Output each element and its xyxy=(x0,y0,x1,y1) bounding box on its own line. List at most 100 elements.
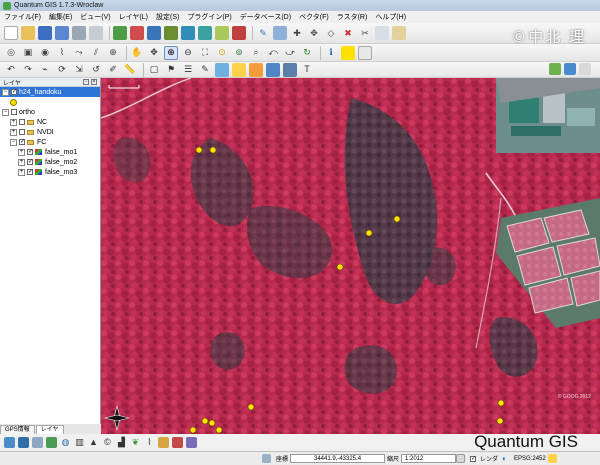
layer-fc[interactable]: − ✓ FC xyxy=(0,137,100,147)
attribute-table-icon[interactable] xyxy=(266,62,280,77)
zoom-full-icon[interactable]: ⛶ xyxy=(198,46,212,60)
coordinate-display[interactable]: 34441.9,-43325.4 xyxy=(290,454,386,463)
zoom-in-icon[interactable]: ⊕ xyxy=(164,45,178,60)
zoom-last-icon[interactable]: ⤺ xyxy=(266,46,280,60)
open-project-icon[interactable] xyxy=(21,26,35,40)
stop-render-icon[interactable] xyxy=(456,454,466,463)
menu-plugins[interactable]: プラグイン(P) xyxy=(187,12,231,22)
interpolation-icon[interactable] xyxy=(46,437,57,448)
layer-visibility-checkbox[interactable] xyxy=(19,129,25,135)
scale-input[interactable]: 1:2012 xyxy=(401,454,457,463)
field-calculator-icon[interactable] xyxy=(283,62,297,77)
layer-visibility-checkbox[interactable]: ✓ xyxy=(27,149,33,155)
layer-false-mo1[interactable]: + ✓ false_mo1 xyxy=(0,147,100,157)
expand-icon[interactable]: + xyxy=(18,168,25,176)
layer-visibility-checkbox[interactable]: ✓ xyxy=(27,169,33,175)
simplify-icon[interactable]: ⌁ xyxy=(38,63,52,77)
leaf-icon[interactable]: ❦ xyxy=(130,437,141,448)
pan-to-selection-icon[interactable]: ✥ xyxy=(147,46,161,60)
layer-visibility-checkbox[interactable] xyxy=(19,119,25,125)
pan-icon[interactable]: ✋ xyxy=(130,46,144,60)
add-vector-icon[interactable] xyxy=(113,26,127,40)
collapse-icon[interactable]: − xyxy=(2,108,9,116)
new-bookmark-icon[interactable]: ⚑ xyxy=(164,63,178,77)
undo-icon[interactable]: ↶ xyxy=(4,63,18,77)
zoom-to-selection-icon[interactable]: ⊙ xyxy=(215,46,229,60)
new-shapefile-icon[interactable] xyxy=(215,26,229,40)
refresh-icon[interactable]: ↻ xyxy=(300,46,314,60)
add-postgis-icon[interactable] xyxy=(147,26,161,40)
layer-nc[interactable]: + NC xyxy=(0,117,100,127)
identify-icon[interactable]: ℹ xyxy=(324,46,338,60)
projection-icon[interactable]: ◐ xyxy=(500,454,509,463)
paste-features-icon[interactable] xyxy=(392,26,406,40)
menu-edit[interactable]: 編集(E) xyxy=(49,12,72,22)
road-graph-icon[interactable]: ⌇ xyxy=(144,437,155,448)
copyright-label-icon[interactable]: © xyxy=(102,437,113,448)
layer-h24-handoku[interactable]: − ✓ h24_handoku xyxy=(0,87,100,97)
measure-icon[interactable]: 📏 xyxy=(123,63,137,77)
menu-settings[interactable]: 設定(S) xyxy=(156,12,179,22)
offset-curve-icon[interactable]: ⤳ xyxy=(72,46,86,60)
scale-bar-icon[interactable]: ▟ xyxy=(116,437,127,448)
zoom-to-layer-icon[interactable]: ⊚ xyxy=(232,46,246,60)
split-features-icon[interactable]: ⫽ xyxy=(89,46,103,60)
plugin-manager-icon[interactable] xyxy=(549,63,561,75)
copy-features-icon[interactable] xyxy=(375,26,389,40)
zoom-next-icon[interactable]: ⤻ xyxy=(283,46,297,60)
save-edits-icon[interactable] xyxy=(273,26,287,40)
add-wfs-icon[interactable] xyxy=(198,26,212,40)
menu-view[interactable]: ビュー(V) xyxy=(80,12,110,22)
rotate-label-icon[interactable]: ↺ xyxy=(89,63,103,77)
toggle-editing-icon[interactable]: ✎ xyxy=(256,26,270,40)
float-panel-icon[interactable]: ▫ xyxy=(83,79,89,85)
print-composer-icon[interactable] xyxy=(72,26,86,40)
layer-visibility-checkbox[interactable]: ✓ xyxy=(19,139,25,145)
expand-icon[interactable]: + xyxy=(10,128,17,136)
add-ring-icon[interactable]: ◎ xyxy=(4,46,18,60)
save-project-icon[interactable] xyxy=(38,26,52,40)
map-tips-icon[interactable]: ▢ xyxy=(147,63,161,77)
expand-icon[interactable]: + xyxy=(18,158,25,166)
evis-icon[interactable] xyxy=(172,437,183,448)
info-icon[interactable] xyxy=(564,63,576,75)
menu-raster[interactable]: ラスタ(R) xyxy=(337,12,368,22)
spit-icon[interactable] xyxy=(158,437,169,448)
layer-group-ortho[interactable]: − ortho xyxy=(0,107,100,117)
rotate-point-icon[interactable]: ⟳ xyxy=(55,63,69,77)
messages-icon[interactable] xyxy=(547,454,557,463)
deselect-icon[interactable] xyxy=(358,45,372,60)
add-feature-icon[interactable]: ✚ xyxy=(290,26,304,40)
layer-visibility-checkbox[interactable]: ✓ xyxy=(11,89,17,95)
layer-visibility-checkbox[interactable]: ✓ xyxy=(27,159,33,165)
north-arrow-plugin-icon[interactable]: ▲ xyxy=(88,437,99,448)
text-annotation-icon[interactable]: ✎ xyxy=(198,63,212,77)
add-raster-icon[interactable] xyxy=(130,26,144,40)
tab-layers[interactable]: レイヤ xyxy=(35,425,64,434)
layer-false-mo2[interactable]: + ✓ false_mo2 xyxy=(0,157,100,167)
add-part-icon[interactable]: ▣ xyxy=(21,46,35,60)
render-checkbox[interactable]: ✓ xyxy=(470,455,476,462)
remove-layer-icon[interactable] xyxy=(232,26,246,40)
globe-icon[interactable]: ◍ xyxy=(60,437,71,448)
heatmap-icon[interactable]: ▥ xyxy=(74,437,85,448)
oracle-raster-icon[interactable] xyxy=(186,437,197,448)
cut-features-icon[interactable]: ✂ xyxy=(358,26,372,40)
reshape-icon[interactable]: ⌇ xyxy=(55,46,69,60)
move-feature-icon[interactable]: ✥ xyxy=(307,26,321,40)
layer-visibility-checkbox[interactable] xyxy=(11,109,17,115)
merge-features-icon[interactable]: ⊕ xyxy=(106,46,120,60)
collapse-icon[interactable]: − xyxy=(2,88,9,96)
expand-icon[interactable]: + xyxy=(18,148,25,156)
print-icon[interactable] xyxy=(89,26,103,40)
layer-false-mo3[interactable]: + ✓ false_mo3 xyxy=(0,167,100,177)
georeferencer-icon[interactable] xyxy=(4,437,15,448)
zoom-out-icon[interactable]: ⊖ xyxy=(181,46,195,60)
layer-nvdi[interactable]: + NVDI xyxy=(0,127,100,137)
move-label-icon[interactable]: ⇲ xyxy=(72,63,86,77)
map-canvas[interactable]: © GOOG 2012 xyxy=(101,78,600,434)
menu-database[interactable]: データベース(D) xyxy=(240,12,291,22)
show-bookmarks-icon[interactable]: ☰ xyxy=(181,63,195,77)
annotation-icon[interactable]: ✐ xyxy=(106,63,120,77)
menu-layer[interactable]: レイヤ(L) xyxy=(119,12,148,22)
